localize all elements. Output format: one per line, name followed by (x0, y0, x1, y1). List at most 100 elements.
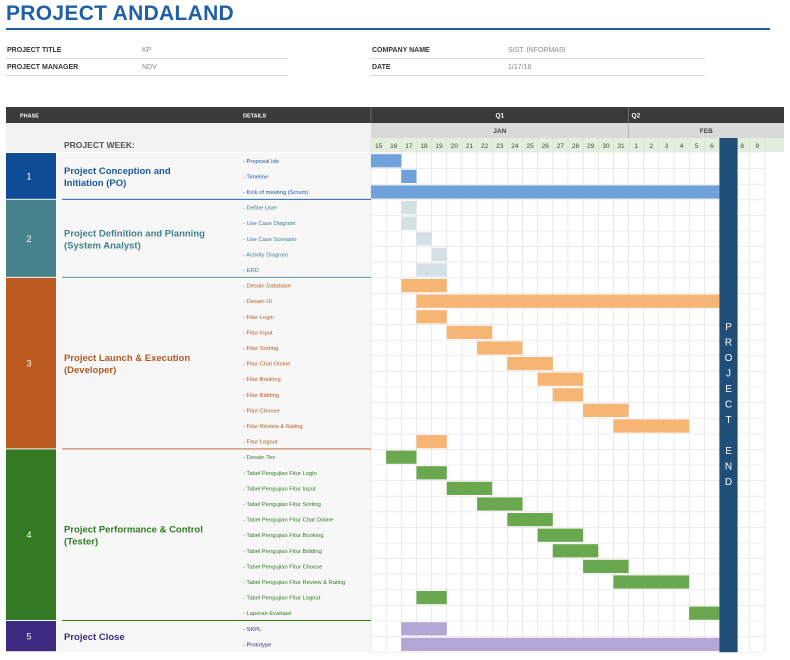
task-label: - Tabel Pengujian Fitur Logout (243, 596, 321, 602)
milestone-letter: N (725, 462, 732, 473)
details-column-header: DETAILS (243, 114, 266, 120)
phase-number: 5 (26, 632, 31, 642)
task-label: - Use Case Scenario (243, 237, 296, 243)
task-label: - Tabel Pengujian Fitur Review & Rating (243, 580, 345, 586)
task-bar (552, 388, 584, 402)
header-left-panel (6, 123, 371, 152)
day-tick-label: 28 (572, 143, 580, 150)
task-bar (371, 185, 720, 199)
task-label: - SKPL (243, 627, 262, 633)
milestone-bar (719, 138, 738, 653)
task-bar (583, 403, 629, 417)
phase-name: Project Close (64, 632, 125, 643)
task-label: - Fitur Input (243, 330, 273, 336)
day-tick-label: 27 (557, 143, 565, 150)
milestone-letter: P (725, 322, 732, 333)
month-row (371, 123, 784, 138)
day-tick-label: 8 (740, 143, 744, 150)
task-bar (401, 201, 417, 215)
task-label: - Tabel Pengujian Fitur Booking (243, 533, 323, 539)
task-label: - Use Case Diagram (243, 221, 296, 227)
task-bar (689, 606, 720, 620)
task-bar (552, 544, 599, 558)
task-bar (386, 450, 417, 464)
gantt-chart: PHASE DETAILS Q1 Q2PROJECT WEEK:JAN FEB15 16 1… (6, 107, 784, 653)
phase-number: 3 (26, 359, 31, 369)
phase-number: 2 (26, 234, 31, 244)
day-tick-label: 15 (375, 143, 383, 150)
phase-name: Project Conception and (64, 166, 171, 177)
task-label: - Fitur Booking (243, 377, 281, 383)
day-tick-label: 9 (756, 143, 760, 150)
project-week-label: PROJECT WEEK: (64, 140, 135, 150)
task-label: - Define User (243, 206, 277, 212)
phase-name: Initiation (PO) (64, 178, 126, 189)
task-bar (416, 466, 447, 480)
task-bar (507, 357, 553, 371)
task-bar (477, 341, 523, 355)
task-label: - Activity Diagram (243, 252, 288, 258)
day-tick-label: 6 (710, 143, 714, 150)
task-bar (446, 481, 493, 495)
month-label: FEB (700, 128, 713, 135)
task-label: - Proposal Ide (243, 159, 279, 165)
phase-name: (System Analyst) (64, 240, 141, 251)
task-label: - Tabel Pengujian Fitur Choose (243, 564, 323, 570)
task-bar (416, 294, 720, 308)
phase-number: 4 (26, 530, 31, 540)
task-bar (446, 325, 493, 339)
day-tick-label: 17 (405, 143, 413, 150)
task-bar (401, 169, 417, 183)
task-label: - Desain Database (243, 284, 291, 290)
header-bar (6, 107, 784, 123)
task-label: - Fitur Login (243, 315, 274, 321)
task-label: - Tabel Pengujian Fitur Sorting (243, 502, 321, 508)
day-tick-label: 1 (634, 143, 638, 150)
milestone-letter: T (725, 415, 731, 426)
milestone-letter: O (725, 353, 733, 364)
task-label: - Tabel Pengujian Fitur Input (243, 486, 316, 492)
phase-name: (Developer) (64, 365, 116, 376)
task-label: - Desain Tes (243, 455, 275, 461)
task-label: - Fitur Choose (243, 408, 280, 414)
milestone-letter: D (725, 477, 732, 488)
task-bar (431, 247, 447, 261)
day-tick-label: 2 (649, 143, 653, 150)
task-bar (401, 637, 720, 651)
phase-name: Project Launch & Execution (64, 353, 190, 364)
day-tick-label: 29 (587, 143, 595, 150)
day-tick-label: 4 (680, 143, 684, 150)
task-bar (613, 575, 690, 589)
task-bar (507, 513, 553, 527)
phase-name: Project Performance & Control (64, 525, 203, 536)
milestone-letter: J (726, 369, 731, 380)
day-tick-label: 22 (481, 143, 489, 150)
task-label: - Desain UI (243, 299, 272, 305)
day-tick-label: 30 (602, 143, 610, 150)
task-label: - Timeline (243, 174, 268, 180)
day-tick-label: 20 (451, 143, 459, 150)
task-bar (416, 232, 432, 246)
task-label: - Tabel Pengujian Fitur Chat Online (243, 518, 333, 524)
milestone-letter: E (725, 446, 732, 457)
day-tick-label: 26 (542, 143, 550, 150)
task-bar (416, 263, 447, 277)
day-tick-label: 23 (496, 143, 504, 150)
day-tick-label: 21 (466, 143, 474, 150)
task-label: - ERD (243, 268, 259, 274)
task-label: - Fitur Bidding (243, 393, 279, 399)
task-label: - Fitur Review & Rating (243, 424, 303, 430)
day-tick-label: 3 (665, 143, 669, 150)
task-bar (416, 435, 447, 449)
task-label: - Laporan Evaluasi (243, 611, 291, 617)
month-label: JAN (493, 128, 506, 135)
task-label: - Fitur Sorting (243, 346, 278, 352)
phase-number: 1 (26, 171, 31, 181)
task-bar (477, 497, 523, 511)
day-tick-label: 5 (695, 143, 699, 150)
phase-name: Project Definition and Planning (64, 228, 205, 239)
phase-column-header: PHASE (20, 114, 39, 120)
task-bar (401, 279, 447, 293)
task-label: - Tabel Pengujian Fitur Login (243, 471, 317, 477)
day-tick-label: 16 (390, 143, 398, 150)
